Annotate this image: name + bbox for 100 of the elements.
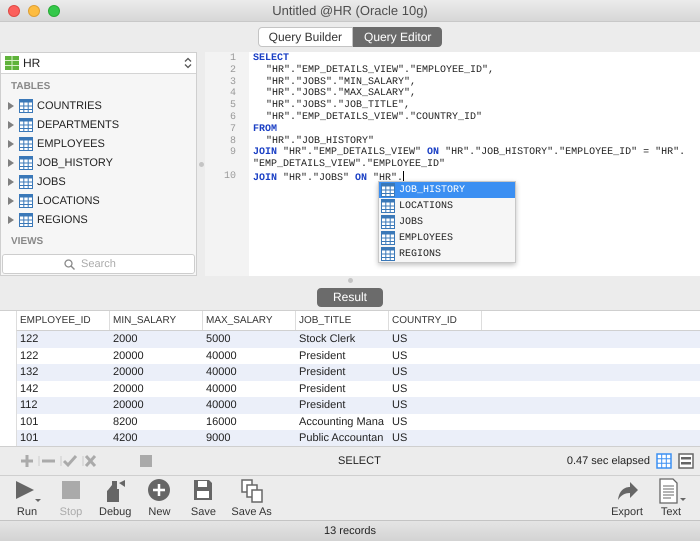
table-icon	[19, 136, 33, 150]
disclosure-triangle-icon[interactable]	[7, 196, 15, 204]
line-number: 2	[228, 64, 237, 77]
remove-icon[interactable]	[38, 454, 56, 468]
cancel-icon[interactable]	[82, 454, 96, 468]
line-number: 1	[228, 53, 237, 65]
close-button[interactable]	[8, 5, 20, 17]
search-field[interactable]: Search	[2, 254, 195, 274]
table-icon	[19, 98, 33, 112]
table-cell-text: 5000	[205, 333, 232, 346]
code-line: SELECT	[252, 53, 290, 64]
code-line: "HR"."JOB_HISTORY"	[265, 136, 374, 147]
add-icon[interactable]	[20, 454, 34, 468]
table-cell-text: President	[298, 350, 346, 362]
line-number: 9	[228, 147, 237, 160]
table-item[interactable]: REGIONS	[1, 210, 196, 229]
table-cell-text: 4200	[112, 432, 138, 444]
table-icon	[381, 231, 395, 245]
column-header[interactable]: MAX_SALARY	[203, 311, 296, 330]
suggestion-item[interactable]: LOCATIONS	[379, 198, 515, 214]
table-cell-text: 9000	[205, 432, 232, 444]
new-button[interactable]: New	[140, 478, 178, 518]
disclosure-triangle-icon[interactable]	[7, 140, 15, 148]
table-item[interactable]: JOBS	[1, 172, 196, 191]
table-cell-text: 132	[19, 366, 40, 378]
table-icon	[19, 212, 33, 226]
disclosure-triangle-icon[interactable]	[7, 102, 15, 110]
statement-type: SELECT	[337, 455, 382, 467]
splitter-handle[interactable]	[198, 162, 204, 166]
table-cell-text: 8200	[112, 416, 138, 428]
window-title: Untitled @HR (Oracle 10g)	[272, 3, 428, 18]
code-line: "HR"."JOBS"."JOB_TITLE",	[265, 100, 412, 112]
line-number: 4	[228, 88, 237, 100]
saveas-button[interactable]: Save As	[228, 478, 275, 518]
table-item[interactable]: LOCATIONS	[1, 191, 196, 210]
schema-dropdown[interactable]: HR	[1, 53, 196, 74]
export-button[interactable]: Export	[608, 478, 646, 518]
editor-tab[interactable]: Query Editor	[353, 27, 442, 47]
table-cell-text: 142	[19, 382, 40, 395]
table-cell-text: 40000	[205, 399, 238, 412]
save-button[interactable]: Save	[184, 478, 222, 518]
table-icon	[19, 194, 33, 208]
disclosure-triangle-icon[interactable]	[7, 120, 15, 128]
table-icon	[19, 174, 33, 188]
disclosure-triangle-icon[interactable]	[7, 158, 15, 166]
suggestion-item[interactable]: REGIONS	[379, 246, 515, 262]
table-cell-text: 20000	[112, 399, 145, 412]
table-cell-text: Accounting Mana	[298, 416, 385, 428]
record-count: 13 records	[324, 525, 376, 537]
line-number: 8	[228, 136, 237, 147]
line-number: 7	[228, 124, 237, 136]
table-cell-text: 101	[19, 432, 40, 444]
table-cell-text: Public Accountan	[298, 432, 384, 444]
table-cell-text: US	[391, 382, 408, 395]
column-header[interactable]: JOB_TITLE	[296, 311, 389, 330]
chevron-up-down-icon	[184, 57, 192, 69]
table-icon	[19, 118, 33, 132]
debug-button[interactable]: Debug	[96, 478, 134, 518]
minimize-button[interactable]	[28, 5, 40, 17]
table-item[interactable]: EMPLOYEES	[1, 134, 196, 153]
code-line: FROM	[252, 124, 278, 136]
table-cell-text: 20000	[112, 382, 145, 395]
splitter-handle[interactable]	[348, 278, 352, 282]
zoom-button[interactable]	[48, 5, 60, 17]
suggestion-item[interactable]: EMPLOYEES	[379, 230, 515, 246]
table-cell-text: 101	[19, 416, 40, 428]
table-cell-text: 40000	[205, 366, 238, 378]
disclosure-triangle-icon[interactable]	[7, 216, 15, 224]
line-number: 5	[228, 100, 237, 112]
table-cell-text: 112	[19, 399, 39, 412]
checkmark-icon[interactable]	[60, 454, 78, 468]
code-line: "HR"."EMP_DETAILS_VIEW"."COUNTRY_ID"	[265, 112, 484, 124]
table-cell-text: 16000	[205, 416, 238, 428]
table-cell-text: US	[391, 333, 408, 346]
table-cell-text: 20000	[112, 350, 145, 362]
table-cell-text: US	[391, 366, 408, 378]
section-header: VIEWS	[10, 235, 44, 249]
result-button[interactable]: Result	[317, 288, 383, 306]
table-cell-text: President	[298, 366, 346, 378]
text-button[interactable]: Text	[652, 478, 690, 518]
editor-tab[interactable]: Query Builder	[258, 27, 353, 47]
column-header[interactable]: COUNTRY_ID	[389, 311, 482, 330]
run-button[interactable]: Run	[8, 478, 46, 518]
grid-view-icon[interactable]	[656, 453, 672, 469]
column-header[interactable]: MIN_SALARY	[110, 311, 203, 330]
table-item[interactable]: COUNTRIES	[1, 96, 196, 115]
table-cell-text: 122	[19, 350, 40, 362]
code-line: "HR"."JOBS"."MIN_SALARY",	[265, 76, 418, 88]
table-item[interactable]: DEPARTMENTS	[1, 115, 196, 134]
elapsed-time: 0.47 sec elapsed	[566, 455, 650, 467]
table-cell-text: 122	[19, 333, 40, 346]
disclosure-triangle-icon[interactable]	[7, 178, 15, 186]
table-cell-text: President	[298, 399, 346, 412]
suggestion-item[interactable]: JOBS	[379, 214, 515, 230]
table-cell-text: Stock Clerk	[298, 333, 356, 346]
code-line: JOIN "HR"."EMP_DETAILS_VIEW" ON "HR"."JOB_HISTORY"."EMPLOYEE_ID" = "HR".	[252, 147, 686, 158]
table-cell-text: US	[391, 432, 408, 444]
column-header[interactable]: EMPLOYEE_ID	[17, 311, 110, 330]
table-item[interactable]: JOB_HISTORY	[1, 153, 196, 172]
form-view-icon[interactable]	[678, 453, 694, 469]
